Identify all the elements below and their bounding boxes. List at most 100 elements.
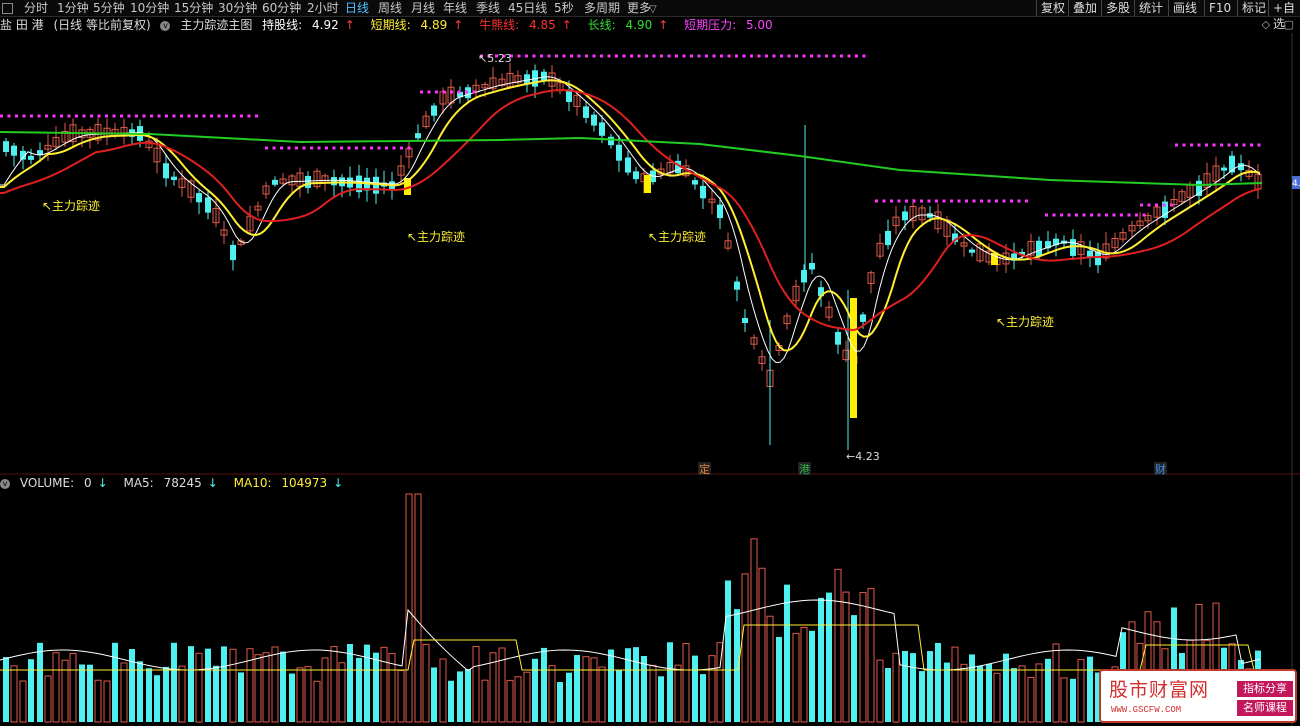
pressure-dot [942, 199, 946, 203]
volume-bar-up [338, 662, 346, 723]
pressure-dot [615, 54, 618, 58]
volume-bar-down [1045, 658, 1051, 722]
volume-bar-up [103, 680, 111, 723]
candle-down [331, 176, 337, 186]
volume-bar-up [10, 665, 18, 723]
volume-bar-up [405, 493, 413, 723]
volume-bar-down [809, 630, 815, 722]
pressure-dot [1097, 213, 1101, 217]
volume-bar-up [397, 670, 405, 723]
candle-down [373, 176, 379, 194]
volume-bar-up [195, 652, 203, 723]
pressure-dot [45, 114, 48, 118]
ma10-label: MA10: [233, 476, 272, 490]
pressure-dot [840, 54, 843, 58]
volume-bar-down [221, 646, 227, 722]
pressure-dot [1147, 203, 1151, 207]
pressure-dot [897, 199, 901, 203]
volume-bar-up [800, 626, 808, 723]
event-marker: 港 [799, 463, 810, 476]
pressure-dot [772, 54, 776, 58]
pressure-dot [247, 114, 251, 118]
volume-bar-down [213, 665, 219, 722]
pressure-dot [825, 54, 828, 58]
volume-bar-up [876, 659, 884, 723]
collapse-volume-icon[interactable]: v [0, 478, 10, 489]
pressure-dot [765, 54, 768, 58]
pressure-dot [287, 146, 291, 150]
pressure-dot [540, 54, 543, 58]
pressure-dot [1052, 213, 1056, 217]
pressure-dot [392, 146, 396, 150]
volume-bar-up [380, 646, 388, 723]
volume-bar-up [674, 664, 682, 723]
pressure-dot [120, 114, 123, 118]
volume-bar-up [439, 658, 447, 723]
candle-down [1070, 239, 1076, 256]
event-marker: 财 [1155, 462, 1166, 476]
site-watermark: 股市财富网 WWW.GSCFW.COM 指标分享 名师课程 [1099, 669, 1297, 723]
pressure-dot [265, 146, 268, 150]
pressure-dot [67, 114, 71, 118]
volume-bar-down [347, 643, 353, 722]
pressure-dot [1227, 143, 1231, 147]
pressure-dot [370, 146, 373, 150]
pressure-dot [697, 54, 701, 58]
volume-bar-up [892, 652, 900, 723]
pressure-dot [1257, 143, 1261, 147]
volume-bar-down [633, 647, 639, 722]
candle-down [205, 197, 211, 213]
price-tag-label: 4. [1292, 179, 1300, 189]
candle-down [196, 193, 202, 203]
pressure-dot [690, 54, 693, 58]
pressure-dot [905, 199, 908, 203]
volume-bar-up [178, 665, 186, 723]
volume-arrow: ↓ [97, 476, 108, 490]
pressure-dot [787, 54, 791, 58]
pressure-dot [347, 146, 351, 150]
volume-bar-down [1070, 678, 1076, 722]
volume-bar-up [296, 667, 304, 723]
volume-bar-down [776, 636, 782, 722]
volume-bar-up [708, 655, 716, 723]
candle-down [1196, 180, 1202, 197]
pressure-dot [75, 114, 78, 118]
pressure-dot [585, 54, 588, 58]
pressure-dot [310, 146, 313, 150]
pressure-dot [435, 90, 438, 94]
volume-bar-up [321, 657, 329, 723]
kline-chart[interactable]: ↖主力踪迹 ↖主力踪迹 ↖主力踪迹 ↖主力踪迹 ↖5.23 ←4.23 4. 定 港 财 [0, 0, 1300, 726]
candle-down [583, 106, 589, 118]
watermark-title: 股市财富网 [1109, 679, 1210, 701]
candle-down [801, 270, 807, 283]
pressure-dot [987, 199, 991, 203]
volume-bar-down [457, 671, 463, 722]
volume-bar-down [557, 681, 563, 722]
volume-bar-up [422, 643, 430, 723]
volume-bar-up [758, 567, 766, 723]
volume-bar-up [582, 656, 590, 723]
candle-down [809, 262, 815, 270]
pressure-dot [105, 114, 108, 118]
volume-bar-up [1018, 665, 1026, 723]
pressure-dot [1205, 143, 1208, 147]
pressure-dot [1182, 143, 1186, 147]
pressure-dot [1075, 213, 1078, 217]
candle-down [541, 71, 547, 81]
pressure-dot [517, 54, 521, 58]
pressure-dot [472, 90, 476, 94]
volume-bar-up [1077, 659, 1085, 723]
volume-bar-down [1011, 668, 1017, 722]
pressure-dot [920, 199, 923, 203]
pressure-dot [195, 114, 198, 118]
pressure-dot [667, 54, 671, 58]
trace-label: ↖主力踪迹 [407, 230, 465, 244]
pressure-dot [965, 199, 968, 203]
pressure-dot [377, 146, 381, 150]
pressure-dot [142, 114, 146, 118]
pressure-dot [165, 114, 168, 118]
candle-down [902, 211, 908, 221]
pressure-dot [935, 199, 938, 203]
pressure-dot [712, 54, 716, 58]
pressure-dot [97, 114, 101, 118]
